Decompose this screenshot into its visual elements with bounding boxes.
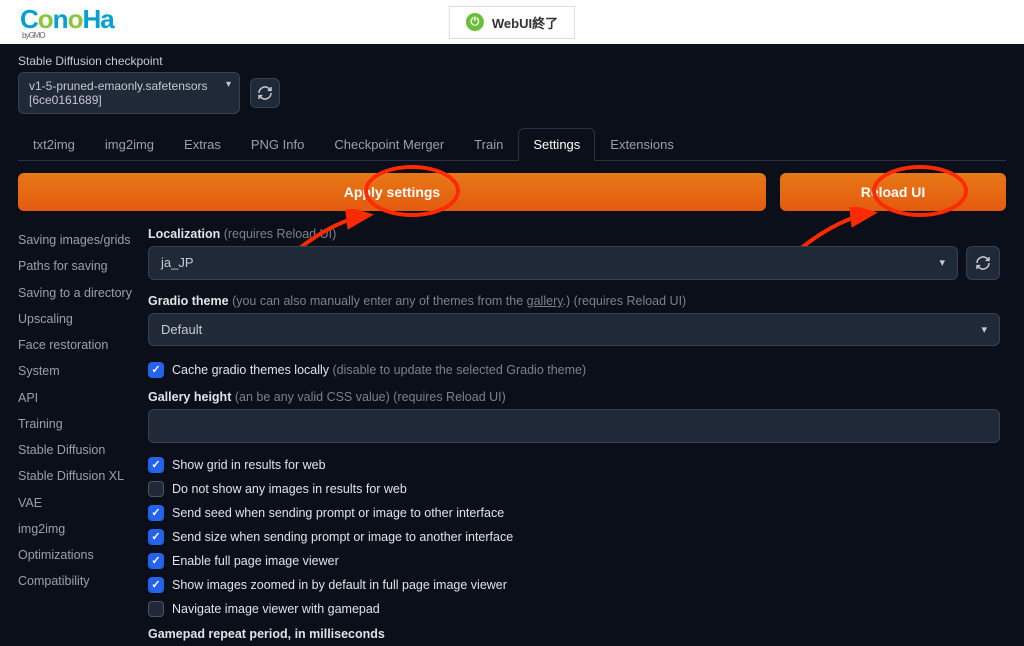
sidebar-item-sd[interactable]: Stable Diffusion [18,437,138,463]
no-images-row: Do not show any images in results for we… [148,477,1000,501]
power-icon: ⏻ [466,13,484,31]
tab-txt2img[interactable]: txt2img [18,128,90,160]
checkpoint-select[interactable]: v1-5-pruned-emaonly.safetensors [6ce0161… [18,72,240,114]
refresh-icon [257,85,273,101]
gamepad-nav-row: Navigate image viewer with gamepad [148,597,1000,621]
checkpoint-label: Stable Diffusion checkpoint [18,54,1006,68]
checkpoint-value: v1-5-pruned-emaonly.safetensors [6ce0161… [29,79,208,107]
sidebar-item-api[interactable]: API [18,385,138,411]
sidebar-item-saving-dir[interactable]: Saving to a directory [18,280,138,306]
top-header: ConoHa byGMO ⏻ WebUI終了 [0,0,1024,44]
localization-label: Localization (requires Reload UI) [148,227,1000,241]
webui-end-button[interactable]: ⏻ WebUI終了 [449,6,575,39]
sidebar-item-system[interactable]: System [18,358,138,384]
zoomed-default-row: Show images zoomed in by default in full… [148,573,1000,597]
reload-ui-button[interactable]: Reload UI [780,173,1006,211]
sidebar-item-face-restoration[interactable]: Face restoration [18,332,138,358]
gradio-theme-select[interactable]: Default [148,313,1000,346]
tab-pnginfo[interactable]: PNG Info [236,128,319,160]
sidebar-item-paths[interactable]: Paths for saving [18,253,138,279]
gradio-theme-value: Default [161,322,202,337]
settings-sidebar: Saving images/grids Paths for saving Sav… [18,227,138,646]
sidebar-item-img2img[interactable]: img2img [18,516,138,542]
logo: ConoHa byGMO [20,4,114,40]
localization-refresh-button[interactable] [966,246,1000,280]
send-size-checkbox[interactable] [148,529,164,545]
tab-checkpoint-merger[interactable]: Checkpoint Merger [319,128,459,160]
full-viewer-checkbox[interactable] [148,553,164,569]
tab-extras[interactable]: Extras [169,128,236,160]
tab-settings[interactable]: Settings [518,128,595,161]
gallery-height-label: Gallery height (an be any valid CSS valu… [148,390,1000,404]
cache-themes-checkbox[interactable] [148,362,164,378]
send-seed-row: Send seed when sending prompt or image t… [148,501,1000,525]
apply-settings-button[interactable]: Apply settings [18,173,766,211]
settings-main: Localization (requires Reload UI) ja_JP … [148,227,1006,646]
sidebar-item-upscaling[interactable]: Upscaling [18,306,138,332]
sidebar-item-training[interactable]: Training [18,411,138,437]
gradio-theme-label: Gradio theme (you can also manually ente… [148,294,1000,308]
settings-button-row: Apply settings Reload UI [18,173,1006,211]
tab-extensions[interactable]: Extensions [595,128,689,160]
main-tabs: txt2img img2img Extras PNG Info Checkpoi… [18,128,1006,161]
localization-select[interactable]: ja_JP [148,246,958,280]
tab-train[interactable]: Train [459,128,518,160]
show-grid-row: Show grid in results for web [148,453,1000,477]
tab-img2img[interactable]: img2img [90,128,169,160]
gamepad-nav-checkbox[interactable] [148,601,164,617]
checkpoint-refresh-button[interactable] [250,78,280,108]
sidebar-item-sdxl[interactable]: Stable Diffusion XL [18,463,138,489]
webui-end-label: WebUI終了 [492,13,558,32]
gamepad-repeat-label: Gamepad repeat period, in milliseconds [148,627,1000,641]
no-images-checkbox[interactable] [148,481,164,497]
refresh-icon [975,255,991,271]
sidebar-item-optimizations[interactable]: Optimizations [18,542,138,568]
send-seed-checkbox[interactable] [148,505,164,521]
show-grid-checkbox[interactable] [148,457,164,473]
gallery-height-input[interactable] [148,409,1000,443]
zoomed-default-checkbox[interactable] [148,577,164,593]
sidebar-item-saving-images[interactable]: Saving images/grids [18,227,138,253]
cache-themes-row: Cache gradio themes locally (disable to … [148,358,1000,382]
localization-value: ja_JP [161,255,194,270]
sidebar-item-vae[interactable]: VAE [18,490,138,516]
full-viewer-row: Enable full page image viewer [148,549,1000,573]
sidebar-item-compatibility[interactable]: Compatibility [18,568,138,594]
send-size-row: Send size when sending prompt or image t… [148,525,1000,549]
